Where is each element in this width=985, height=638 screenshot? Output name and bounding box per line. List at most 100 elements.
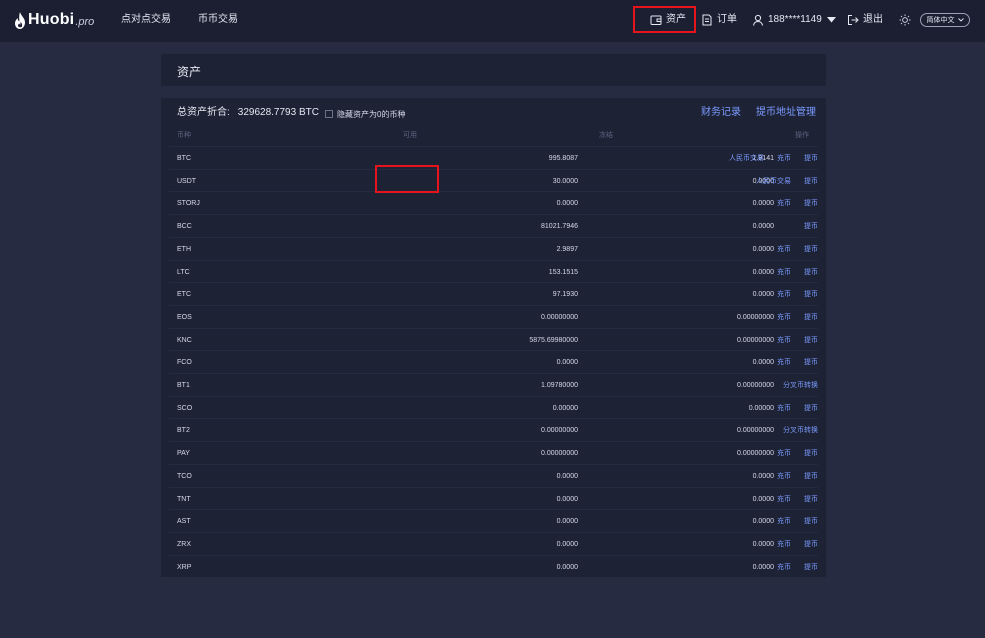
user-menu[interactable]: 188****1149	[752, 13, 836, 27]
nav-coin-trade[interactable]: 币币交易	[198, 13, 238, 27]
nav-orders[interactable]: 订单	[701, 13, 737, 27]
row-action-link[interactable]: 提币	[804, 563, 818, 572]
hide-zero-checkbox[interactable]	[325, 110, 333, 118]
row-action-link[interactable]: 充币	[777, 358, 791, 367]
row-actions: 充币 提币	[777, 404, 818, 413]
row-actions: 充币 提币	[777, 245, 818, 254]
row-symbol: STORJ	[177, 200, 200, 208]
table-row: EOS 0.00000000 0.00000000 充币 提币	[169, 304, 818, 328]
row-available: 0.0000	[556, 563, 578, 571]
row-action-link[interactable]: 充币	[777, 313, 791, 322]
row-action-link[interactable]: 提币	[804, 199, 818, 208]
row-action-link[interactable]: 提币	[804, 336, 818, 345]
row-action-link[interactable]: 充币	[777, 404, 791, 413]
row-symbol: BTC	[177, 155, 191, 162]
row-action-link[interactable]: 提币	[804, 404, 818, 413]
row-available: 995.8087	[548, 155, 578, 162]
row-action-link[interactable]: 提币	[804, 517, 818, 526]
row-available: 0.0000	[556, 200, 578, 208]
table-row: SCO 0.00000 0.00000 充币 提币	[169, 395, 818, 419]
asset-panel: 总资产折合: 329628.7793 BTC 隐藏资产为0的币种 财务记录 提币地…	[161, 98, 826, 577]
row-frozen: 0.00000000	[737, 313, 774, 321]
row-frozen: 0.00000000	[737, 336, 774, 344]
row-action-link[interactable]: 充币	[777, 245, 791, 254]
row-action-link[interactable]: 提币	[804, 313, 818, 322]
language-select[interactable]: 简体中文	[920, 13, 970, 27]
row-action-link[interactable]: 提币	[804, 358, 818, 367]
row-actions: 分叉币转换	[783, 426, 818, 435]
row-actions: 充币 提币	[777, 449, 818, 458]
row-symbol: BT1	[177, 382, 190, 389]
row-available: 0.0000	[556, 472, 578, 480]
row-action-link[interactable]: 提币	[804, 222, 818, 231]
table-row: XRP 0.0000 0.0000 充币 提币	[169, 554, 818, 578]
row-available: 97.1930	[552, 291, 578, 299]
row-action-link[interactable]: 提币	[804, 472, 818, 481]
row-action-link[interactable]: 人民币交易	[756, 177, 791, 186]
row-frozen: 0.0000	[752, 291, 774, 299]
row-available: 0.0000	[556, 359, 578, 367]
row-action-link[interactable]: 充币	[777, 449, 791, 458]
finance-records-link[interactable]: 财务记录	[701, 106, 741, 120]
row-action-link[interactable]: 充币	[777, 336, 791, 345]
row-available: 0.0000	[556, 518, 578, 526]
row-action-link[interactable]: 提币	[804, 268, 818, 277]
user-icon	[753, 14, 763, 26]
row-action-link[interactable]: 充币	[777, 517, 791, 526]
row-action-link[interactable]: 分叉币转换	[783, 381, 818, 390]
row-action-link[interactable]: 充币	[777, 199, 791, 208]
row-symbol: KNC	[177, 336, 192, 344]
table-row: TNT 0.0000 0.0000 充币 提币	[169, 486, 818, 510]
nav-p2p-trade[interactable]: 点对点交易	[121, 13, 171, 27]
row-action-link[interactable]: 人民币交易	[729, 154, 764, 163]
row-available: 0.0000	[556, 495, 578, 503]
row-available: 153.1515	[548, 268, 578, 276]
row-action-link[interactable]: 提币	[804, 449, 818, 458]
row-available: 1.09780000	[541, 382, 578, 389]
withdraw-address-link[interactable]: 提币地址管理	[756, 106, 816, 120]
row-action-link[interactable]: 提币	[804, 540, 818, 549]
row-symbol: AST	[177, 518, 191, 526]
flame-logo-icon	[15, 11, 25, 29]
logout-label: 退出	[863, 14, 883, 25]
hide-zero-label: 隐藏资产为0的币种	[337, 109, 406, 119]
row-action-link[interactable]: 充币	[777, 540, 791, 549]
table-row: AST 0.0000 0.0000 充币 提币	[169, 509, 818, 532]
row-action-link[interactable]: 提币	[804, 245, 818, 254]
total-assets: 总资产折合: 329628.7793 BTC	[177, 106, 319, 120]
user-label: 188****1149	[768, 14, 822, 25]
row-action-link[interactable]: 提币	[804, 290, 818, 299]
row-action-link[interactable]: 充币	[777, 495, 791, 504]
row-actions: 人民币交易 充币 提币	[729, 154, 818, 163]
page-title: 资产	[177, 65, 202, 79]
row-action-link[interactable]: 充币	[777, 290, 791, 299]
row-frozen: 0.0000	[752, 540, 774, 548]
row-action-link[interactable]: 充币	[777, 472, 791, 481]
row-actions: 充币 提币	[777, 336, 818, 345]
logout-icon	[848, 15, 859, 25]
row-symbol: PAY	[177, 450, 190, 458]
sun-icon[interactable]	[899, 14, 911, 26]
table-row: PAY 0.00000000 0.00000000 充币 提币	[169, 441, 818, 464]
row-frozen: 0.0000	[752, 563, 774, 571]
row-actions: 充币 提币	[777, 563, 818, 572]
table-row: USDT 30.0000 0.0000 人民币交易 提币	[169, 168, 818, 192]
logo-text: Huobi	[28, 11, 75, 28]
row-action-link[interactable]: 充币	[777, 268, 791, 277]
row-action-link[interactable]: 分叉币转换	[783, 426, 818, 435]
row-action-link[interactable]: 提币	[804, 495, 818, 504]
chevron-down-icon	[957, 18, 964, 22]
row-action-link[interactable]: 提币	[804, 177, 818, 186]
row-available: 0.00000000	[541, 313, 578, 321]
row-symbol: EOS	[177, 313, 192, 321]
row-action-link[interactable]: 充币	[777, 154, 791, 163]
row-action-link[interactable]: 充币	[777, 563, 791, 572]
row-frozen: 0.00000000	[737, 450, 774, 458]
logout-button[interactable]: 退出	[847, 13, 883, 27]
row-action-link[interactable]: 提币	[804, 154, 818, 163]
table-row: ETC 97.1930 0.0000 充币 提币	[169, 282, 818, 305]
row-symbol: TCO	[177, 472, 192, 480]
logo[interactable]: Huobi .pro	[14, 10, 94, 30]
hide-zero-toggle[interactable]: 隐藏资产为0的币种	[325, 108, 405, 120]
row-available: 81021.7946	[541, 223, 578, 231]
